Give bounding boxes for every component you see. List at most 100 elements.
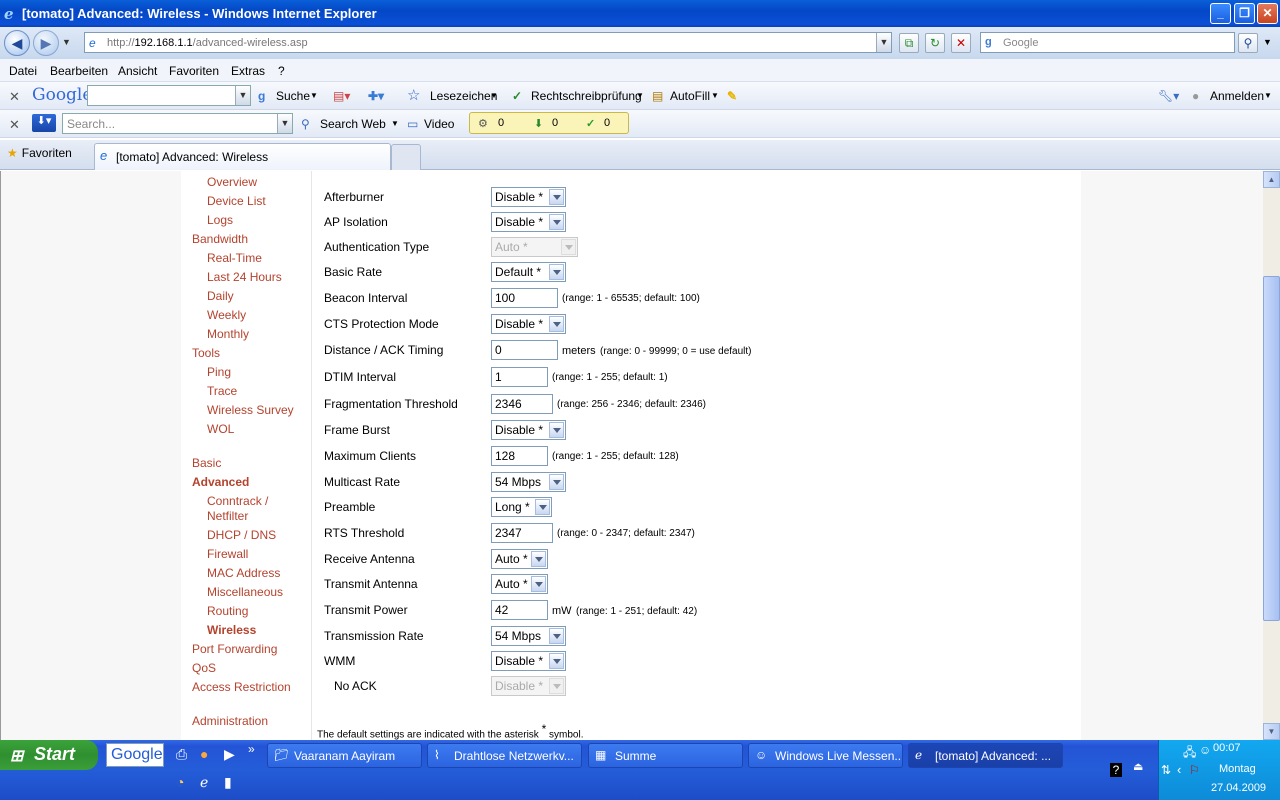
nav-wireless-survey[interactable]: Wireless Survey [207, 403, 294, 417]
counters-box[interactable]: ⚙ 0 ⬇ 0 ✓ 0 [469, 112, 629, 134]
vertical-scrollbar[interactable]: ▲ ▼ [1263, 171, 1280, 740]
compat-view-icon[interactable]: ⧉ [899, 33, 919, 53]
frame-burst-select[interactable]: Disable * [491, 420, 566, 440]
autofill-dropdown-icon[interactable]: ▼ [711, 91, 719, 100]
printer-icon[interactable]: ⎙ [176, 746, 187, 763]
start-button[interactable]: ⊞ Start [0, 740, 98, 770]
video-button[interactable]: Video [424, 117, 454, 131]
nav-daily[interactable]: Daily [207, 289, 234, 303]
antivirus-tray-icon[interactable]: ⚐ [1189, 763, 1200, 777]
no-ack-select[interactable]: Disable * [491, 676, 566, 696]
restore-button[interactable]: ❐ [1234, 3, 1255, 24]
nav-wol[interactable]: WOL [207, 422, 234, 436]
nav-firewall[interactable]: Firewall [207, 547, 248, 561]
fragmentation-threshold-input[interactable]: 2346 [491, 394, 553, 414]
afterburner-select[interactable]: Disable * [491, 187, 566, 207]
download-icon[interactable]: ⬇▾ [32, 114, 56, 132]
refresh-icon[interactable]: ↻ [925, 33, 945, 53]
messenger-icon[interactable]: ◔ [176, 774, 184, 790]
transmit-antenna-select[interactable]: Auto * [491, 574, 548, 594]
authentication-type-select[interactable]: Auto * [491, 237, 578, 257]
lesezeichen-button[interactable]: Lesezeichen [430, 89, 497, 103]
distance-ack-timing-input[interactable]: 0 [491, 340, 558, 360]
nav-tools[interactable]: Tools [192, 346, 220, 360]
spellcheck-button[interactable]: Rechtschreibprüfung [531, 89, 642, 103]
forward-button[interactable]: ▶ [33, 30, 59, 56]
minimize-button[interactable]: _ [1210, 3, 1231, 24]
news-icon[interactable]: ▤▾ [333, 89, 350, 103]
address-dropdown-icon[interactable]: ▼ [876, 33, 891, 52]
media-player-icon[interactable]: ▶ [224, 746, 235, 763]
menu-bearbeiten[interactable]: Bearbeiten [50, 64, 108, 78]
nav-weekly[interactable]: Weekly [207, 308, 246, 322]
toolbar-search-dropdown-icon[interactable]: ▼ [277, 114, 292, 133]
messenger-tray-icon[interactable]: ☺ [1199, 743, 1211, 757]
sync-tray-icon[interactable]: ⇅ [1161, 763, 1171, 777]
new-tab-button[interactable] [391, 144, 421, 170]
suche-button[interactable]: Suche [276, 89, 310, 103]
task-ie-tomato[interactable]: ℯ [tomato] Advanced: ... [908, 743, 1063, 768]
back-button[interactable]: ◀ [4, 30, 30, 56]
multicast-rate-select[interactable]: 54 Mbps [491, 472, 566, 492]
task-messenger[interactable]: ☺ Windows Live Messen... [748, 743, 903, 768]
menu-datei[interactable]: Datei [9, 64, 37, 78]
chevron-left-icon[interactable]: ‹ [1177, 762, 1181, 777]
scroll-thumb[interactable] [1263, 276, 1280, 621]
nav-port-forwarding[interactable]: Port Forwarding [192, 642, 277, 656]
stop-icon[interactable]: ✕ [951, 33, 971, 53]
receive-antenna-select[interactable]: Auto * [491, 549, 548, 569]
transmit-power-input[interactable]: 42 [491, 600, 548, 620]
maximum-clients-input[interactable]: 128 [491, 446, 548, 466]
search-box[interactable]: g Google [980, 32, 1235, 53]
dtim-interval-input[interactable]: 1 [491, 367, 548, 387]
close-button[interactable]: ✕ [1257, 3, 1278, 24]
nav-wireless[interactable]: Wireless [207, 623, 256, 637]
close-search-toolbar-icon[interactable]: ✕ [9, 117, 20, 133]
favorites-button[interactable]: ★ Favoriten [7, 146, 72, 160]
nav-device-list[interactable]: Device List [207, 194, 266, 208]
tab-active[interactable]: e [tomato] Advanced: Wireless [94, 143, 391, 170]
lesezeichen-dropdown-icon[interactable]: ▼ [490, 91, 498, 100]
suche-dropdown-icon[interactable]: ▼ [310, 91, 318, 100]
nav-real-time[interactable]: Real-Time [207, 251, 262, 265]
google-input-dropdown-icon[interactable]: ▼ [235, 86, 250, 105]
signin-dropdown-icon[interactable]: ▼ [1264, 91, 1272, 100]
nav-conntrack-netfilter[interactable]: Conntrack / Netfilter [207, 494, 287, 524]
menu-help[interactable]: ? [278, 64, 285, 78]
address-bar[interactable]: e http://192.168.1.1/advanced-wireless.a… [84, 32, 892, 53]
search-options-icon[interactable]: ▼ [1263, 37, 1272, 47]
search-go-icon[interactable]: ⚲ [1238, 33, 1258, 53]
nav-trace[interactable]: Trace [207, 384, 237, 398]
menu-favoriten[interactable]: Favoriten [169, 64, 219, 78]
nav-monthly[interactable]: Monthly [207, 327, 249, 341]
search-web-dropdown-icon[interactable]: ▼ [391, 119, 399, 128]
nav-ping[interactable]: Ping [207, 365, 231, 379]
scroll-up-icon[interactable]: ▲ [1263, 171, 1280, 188]
nav-dhcp-dns[interactable]: DHCP / DNS [207, 528, 276, 542]
nav-mac-address[interactable]: MAC Address [207, 566, 280, 580]
autofill-button[interactable]: AutoFill [670, 89, 710, 103]
google-taskbar-search[interactable]: Google [106, 743, 164, 767]
wmm-select[interactable]: Disable * [491, 651, 566, 671]
task-drahtlose[interactable]: ⌇ Drahtlose Netzwerkv... [427, 743, 582, 768]
close-toolbar-icon[interactable]: ✕ [9, 89, 20, 105]
search-web-button[interactable]: Search Web [320, 117, 386, 131]
task-vaaranam[interactable]: 📁︎ Vaaranam Aayiram [267, 743, 422, 768]
ap-isolation-select[interactable]: Disable * [491, 212, 566, 232]
transmission-rate-select[interactable]: 54 Mbps [491, 626, 566, 646]
nav-administration[interactable]: Administration [192, 714, 268, 728]
google-toolbar-input[interactable]: ▼ [87, 85, 251, 106]
firefox-icon[interactable]: ● [200, 746, 208, 762]
menu-extras[interactable]: Extras [231, 64, 265, 78]
beacon-interval-input[interactable]: 100 [491, 288, 558, 308]
basic-rate-select[interactable]: Default * [491, 262, 566, 282]
nav-miscellaneous[interactable]: Miscellaneous [207, 585, 283, 599]
cts-protection-mode-select[interactable]: Disable * [491, 314, 566, 334]
quicklaunch-more-icon[interactable]: » [248, 742, 255, 756]
spellcheck-dropdown-icon[interactable]: ▼ [636, 91, 644, 100]
help-tray-icon[interactable]: ? [1110, 763, 1122, 777]
wrench-icon[interactable]: 🔧︎▾ [1158, 89, 1179, 103]
nav-bandwidth[interactable]: Bandwidth [192, 232, 248, 246]
rts-threshold-input[interactable]: 2347 [491, 523, 553, 543]
add-button-icon[interactable]: ✚▾ [368, 89, 384, 103]
